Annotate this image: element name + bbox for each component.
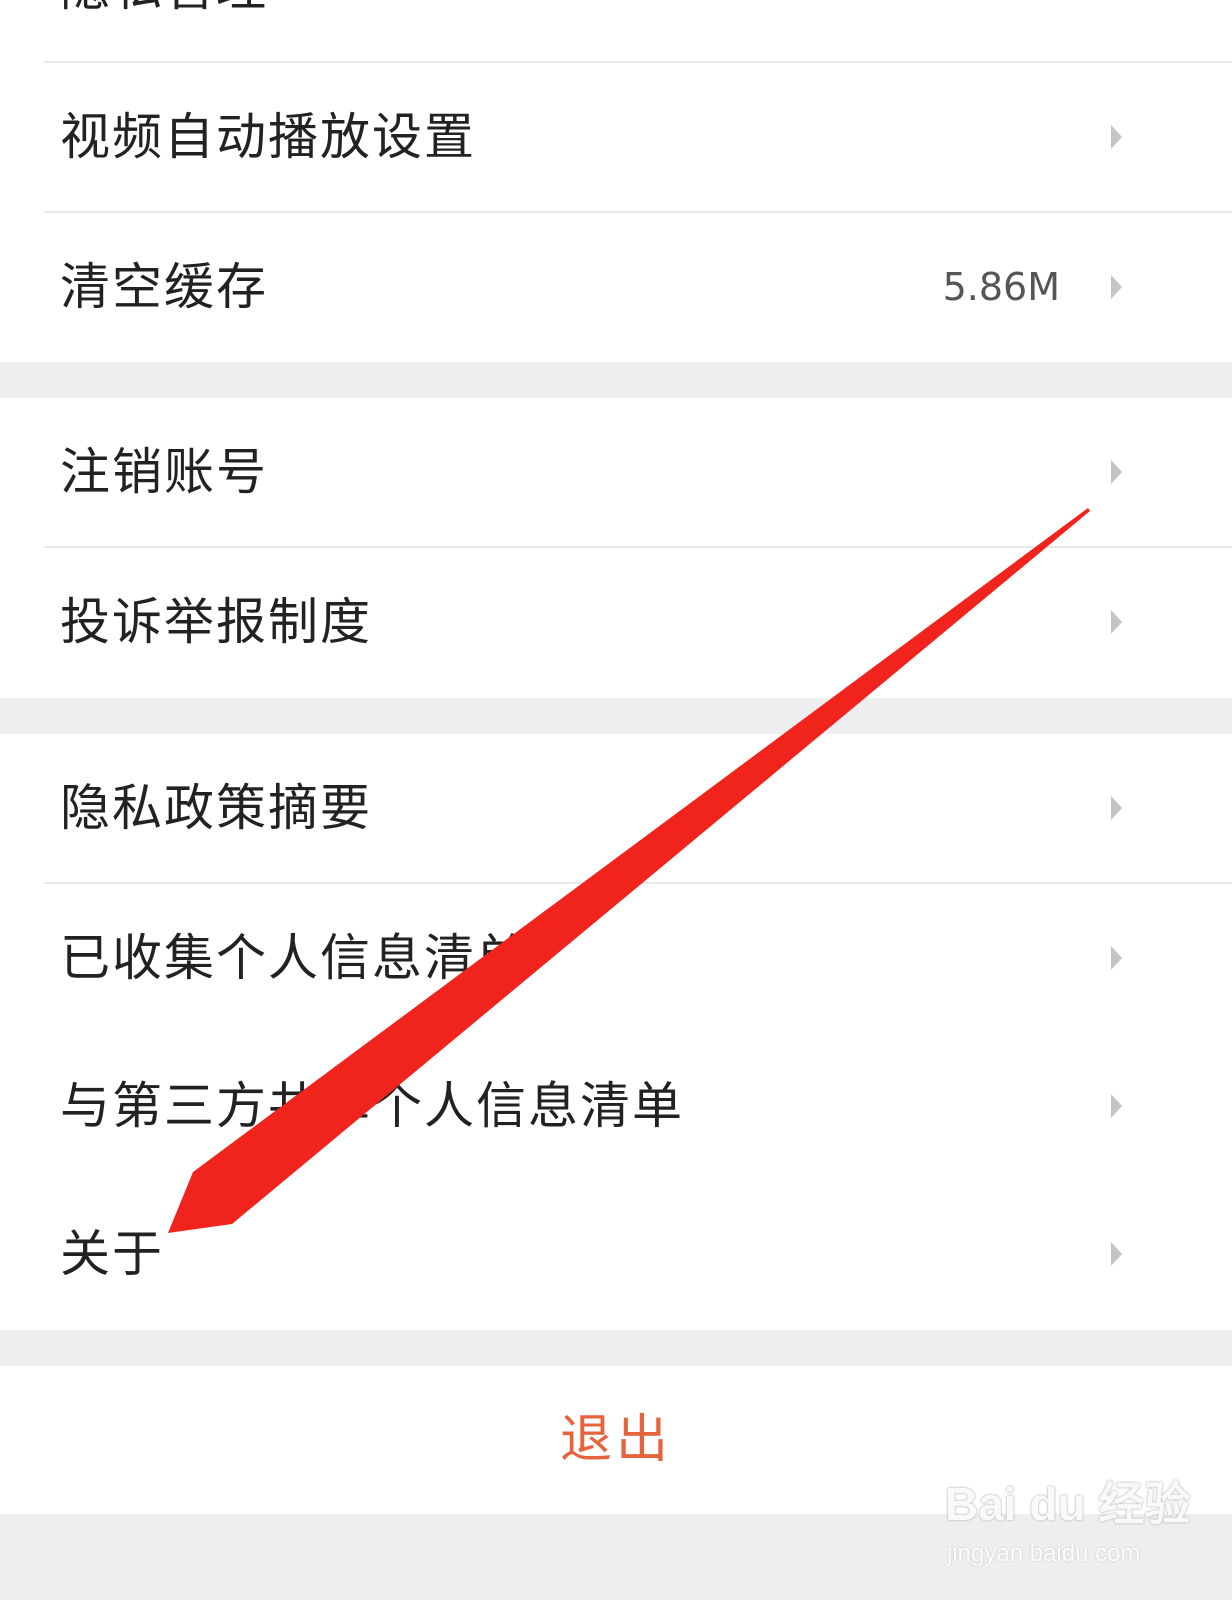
- privacy-policy-summary-label: 隐私政策摘要: [60, 779, 372, 837]
- chevron-right-icon: [1111, 460, 1122, 484]
- privacy-management-label: 隐私管理: [60, 0, 268, 62]
- settings-group-privacy: 隐私政策摘要 已收集个人信息清单 与第三方共享个人信息清单 关于: [0, 734, 1232, 1330]
- about-label: 关于: [60, 1225, 164, 1283]
- collected-personal-info-list-item[interactable]: 已收集个人信息清单: [0, 884, 1232, 1032]
- chevron-right-icon: [1111, 125, 1122, 149]
- logout-button[interactable]: 退出: [0, 1366, 1232, 1514]
- video-autoplay-settings-item[interactable]: 视频自动播放设置: [0, 63, 1232, 211]
- chevron-right-icon: [1111, 610, 1122, 634]
- complaint-report-policy-item[interactable]: 投诉举报制度: [0, 548, 1232, 696]
- privacy-management-item[interactable]: 隐私管理: [0, 0, 1232, 62]
- third-party-shared-info-list-label: 与第三方共享个人信息清单: [60, 1077, 684, 1135]
- deactivate-account-label: 注销账号: [60, 443, 268, 501]
- clear-cache-label: 清空缓存: [60, 258, 268, 316]
- collected-personal-info-list-label: 已收集个人信息清单: [60, 929, 528, 987]
- chevron-right-icon: [1111, 1242, 1122, 1266]
- complaint-report-policy-label: 投诉举报制度: [60, 593, 372, 651]
- privacy-policy-summary-item[interactable]: 隐私政策摘要: [0, 734, 1232, 882]
- chevron-right-icon: [1111, 275, 1122, 299]
- chevron-right-icon: [1111, 1094, 1122, 1118]
- deactivate-account-item[interactable]: 注销账号: [0, 398, 1232, 546]
- settings-group-general: 隐私管理 视频自动播放设置 清空缓存 5.86M: [0, 0, 1232, 362]
- video-autoplay-settings-label: 视频自动播放设置: [60, 108, 476, 166]
- clear-cache-item[interactable]: 清空缓存 5.86M: [0, 213, 1232, 361]
- settings-group-account: 注销账号 投诉举报制度: [0, 398, 1232, 698]
- cache-size-value: 5.86M: [942, 265, 1060, 309]
- watermark-url-text: jingyan.baidu.com: [947, 1540, 1141, 1567]
- third-party-shared-info-list-item[interactable]: 与第三方共享个人信息清单: [0, 1032, 1232, 1180]
- about-item[interactable]: 关于: [0, 1180, 1232, 1328]
- chevron-right-icon: [1111, 946, 1122, 970]
- chevron-right-icon: [1111, 796, 1122, 820]
